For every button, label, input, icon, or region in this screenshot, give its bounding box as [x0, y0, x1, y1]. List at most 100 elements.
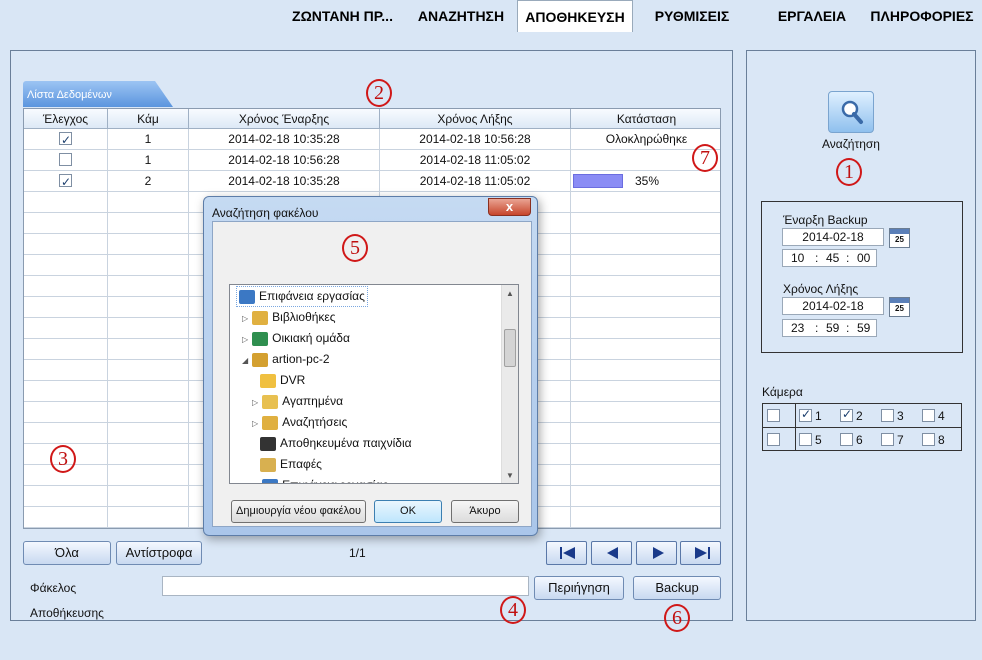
browse-button[interactable]: Περιήγηση	[534, 576, 624, 600]
dialog-ok-button[interactable]: OK	[374, 500, 442, 523]
expand-arrow-icon[interactable]: ▷	[242, 335, 248, 344]
callout-1: 1	[836, 158, 862, 186]
tree-item[interactable]: ▷ Βιβλιοθήκες	[242, 307, 336, 328]
empty-cell	[108, 360, 189, 381]
dialog-cancel-button[interactable]: Άκυρο	[451, 500, 519, 523]
first-page-button[interactable]	[546, 541, 587, 565]
table-row[interactable]: 22014-02-18 10:35:282014-02-18 11:05:02 3…	[24, 171, 720, 192]
next-page-button[interactable]	[636, 541, 677, 565]
tree-item[interactable]: Αποθηκευμένα παιχνίδια	[260, 433, 412, 454]
expand-arrow-icon[interactable]: ▷	[252, 419, 258, 428]
expand-arrow-icon[interactable]: ▷	[242, 314, 248, 323]
tree-item[interactable]: ▷ Επιφάνεια εργασίας	[252, 475, 388, 483]
select-all-button[interactable]: Όλα	[23, 541, 111, 565]
tree-item[interactable]: DVR	[260, 370, 305, 391]
tab-info[interactable]: ΠΛΗΡΟΦΟΡΙΕΣ	[862, 0, 982, 32]
empty-cell	[108, 276, 189, 297]
camera-number: 3	[897, 409, 904, 423]
camera-4-checkbox[interactable]: 4	[922, 409, 945, 423]
camera-number: 1	[815, 409, 822, 423]
row-checkbox[interactable]	[24, 150, 108, 171]
empty-cell	[108, 297, 189, 318]
empty-cell	[24, 507, 108, 528]
empty-cell	[108, 507, 189, 528]
invert-selection-button[interactable]: Αντίστροφα	[116, 541, 202, 565]
empty-cell	[571, 423, 720, 444]
page-indicator: 1/1	[349, 546, 366, 560]
end-calendar-icon[interactable]: 25	[889, 297, 910, 317]
start-calendar-icon[interactable]: 25	[889, 228, 910, 248]
empty-cell	[108, 318, 189, 339]
folder-path-input[interactable]	[162, 576, 529, 596]
empty-cell	[24, 402, 108, 423]
search-button[interactable]	[828, 91, 874, 133]
cell-start: 2014-02-18 10:35:28	[189, 129, 380, 150]
saved-games-icon	[260, 436, 276, 451]
camera-8-checkbox[interactable]: 8	[922, 433, 945, 447]
last-page-button[interactable]	[680, 541, 721, 565]
tree-item[interactable]: ◢ artion-pc-2	[242, 349, 330, 370]
expand-arrow-icon[interactable]: ◢	[242, 356, 248, 365]
start-backup-label: Έναρξη Backup	[783, 213, 868, 227]
empty-cell	[24, 192, 108, 213]
new-folder-button[interactable]: Δημιουργία νέου φακέλου	[231, 500, 366, 523]
empty-cell	[571, 486, 720, 507]
tab-settings[interactable]: ΡΥΘΜΙΣΕΙΣ	[640, 0, 744, 32]
empty-cell	[108, 255, 189, 276]
table-row[interactable]: 1 2014-02-18 10:56:28 2014-02-18 11:05:02	[24, 150, 720, 171]
search-icon	[841, 100, 863, 124]
camera-2-checkbox[interactable]: 2	[840, 407, 863, 423]
expand-arrow-icon[interactable]: ▷	[252, 482, 258, 483]
dialog-close-button[interactable]: x	[488, 198, 531, 216]
tree-item-label: Επαφές	[280, 457, 322, 471]
empty-cell	[571, 255, 720, 276]
tree-item[interactable]: Επιφάνεια εργασίας	[236, 286, 368, 307]
backup-button[interactable]: Backup	[633, 576, 721, 600]
camera-number: 5	[815, 433, 822, 447]
camera-6-checkbox[interactable]: 6	[840, 433, 863, 447]
camera-5-checkbox[interactable]: 5	[799, 433, 822, 447]
camera-number: 6	[856, 433, 863, 447]
tree-item-label: DVR	[280, 373, 306, 387]
tree-item-label: Επιφάνεια εργασίας	[282, 478, 388, 483]
camera-row2-all-checkbox[interactable]	[767, 433, 780, 447]
searches-icon	[262, 415, 279, 430]
desktop-icon	[239, 289, 255, 304]
callout-7: 7	[692, 144, 718, 172]
tab-backup[interactable]: ΑΠΟΘΗΚΕΥΣΗ	[517, 0, 633, 32]
prev-page-button[interactable]	[591, 541, 632, 565]
camera-3-checkbox[interactable]: 3	[881, 409, 904, 423]
tree-item[interactable]: ▷ Οικιακή ομάδα	[242, 328, 350, 349]
camera-row1-all-checkbox[interactable]	[767, 409, 780, 423]
col-end: Χρόνος Λήξης	[380, 109, 571, 129]
camera-grid: 1 2 3 4 5 6 7 8	[762, 403, 962, 451]
desktop-folder-icon	[262, 478, 279, 483]
start-time-input[interactable]: 10 : 45 : 00	[782, 249, 877, 267]
cell-start: 2014-02-18 10:56:28	[189, 150, 380, 171]
row-checkbox[interactable]	[24, 129, 108, 150]
tree-item[interactable]: Επαφές	[260, 454, 322, 475]
empty-cell	[571, 297, 720, 318]
camera-1-checkbox[interactable]: 1	[799, 407, 822, 423]
search-label: Αναζήτηση	[822, 137, 880, 151]
tree-item[interactable]: ▷ Αναζητήσεις	[252, 412, 347, 433]
cell-cam: 2	[108, 171, 189, 192]
start-date-input[interactable]: 2014-02-18	[782, 228, 884, 246]
tree-item[interactable]: ▷ Αγαπημένα	[252, 391, 343, 412]
camera-number: 4	[938, 409, 945, 423]
scrollbar-thumb[interactable]	[504, 329, 516, 367]
tab-live[interactable]: ΖΩΝΤΑΝΗ ΠΡ...	[280, 0, 405, 32]
row-checkbox[interactable]	[24, 171, 108, 192]
empty-cell	[571, 402, 720, 423]
col-status: Κατάσταση	[616, 112, 677, 126]
table-row[interactable]: 12014-02-18 10:35:282014-02-18 10:56:28Ο…	[24, 129, 720, 150]
end-date-input[interactable]: 2014-02-18	[782, 297, 884, 315]
end-time-input[interactable]: 23 : 59 : 59	[782, 319, 877, 337]
tab-search[interactable]: ΑΝΑΖΗΤΗΣΗ	[408, 0, 514, 32]
end-hour: 23	[791, 321, 805, 335]
camera-7-checkbox[interactable]: 7	[881, 433, 904, 447]
tree-scrollbar[interactable]: ▲ ▼	[501, 285, 518, 483]
tree-item-label: artion-pc-2	[272, 352, 330, 366]
expand-arrow-icon[interactable]: ▷	[252, 398, 258, 407]
tab-tools[interactable]: ΕΡΓΑΛΕΙΑ	[762, 0, 862, 32]
